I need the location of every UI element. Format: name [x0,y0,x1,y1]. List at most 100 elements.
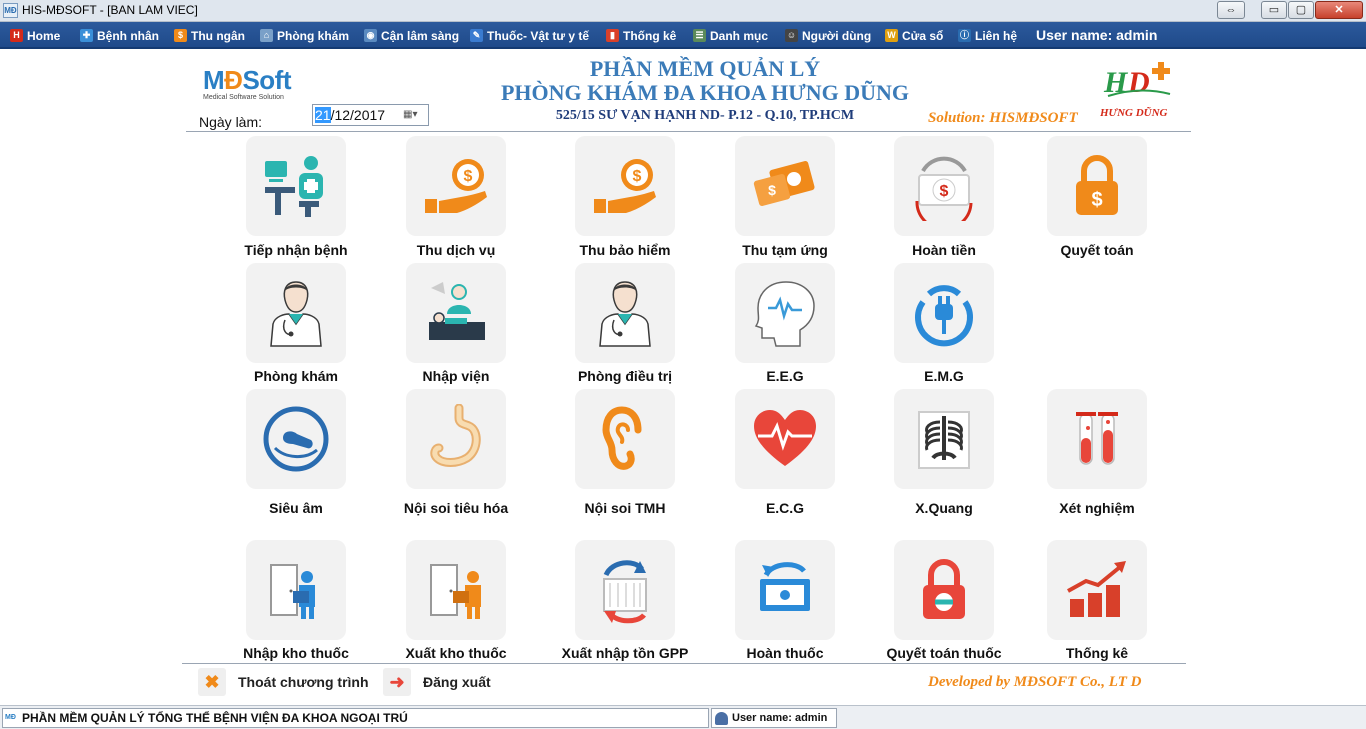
tile-ultrasound[interactable] [246,389,346,489]
close-icon: ✖ [198,668,226,696]
menu-cashier[interactable]: $ Thu ngân [174,26,245,45]
exit-program-button[interactable]: ✖ Thoát chương trình [198,668,369,696]
logout-button[interactable]: ➜ Đăng xuất [383,668,491,696]
tile-xray[interactable] [894,389,994,489]
tile-refund[interactable]: $ [894,136,994,236]
menu-label: Thu ngân [191,28,245,43]
lab-icon: ◉ [364,29,377,42]
date-day-selected[interactable]: 21 [315,107,331,123]
tile-label: Hoàn tiền [912,242,976,258]
tile-service-payment[interactable]: $ [406,136,506,236]
tile-admission[interactable] [406,263,506,363]
menu-contact[interactable]: ⓘ Liên hệ [958,26,1017,45]
work-date-picker[interactable]: 21/12/2017 ▦▾ [312,104,429,126]
menu-label: Thống kê [623,28,677,43]
tile-label: Nhập viện [422,368,490,384]
app-icon: MĐ [3,3,18,18]
calendar-dropdown-icon[interactable]: ▦▾ [403,108,425,122]
menu-medicine[interactable]: ✎ Thuốc- Vật tư y tế [470,26,589,45]
tile-reception[interactable] [246,136,346,236]
menu-window[interactable]: W Cửa sổ [885,26,943,45]
menu-label: Thuốc- Vật tư y tế [487,28,590,43]
tile-emg[interactable] [894,263,994,363]
tile-label: Xuất nhập tồn GPP [561,645,689,661]
tile-label: E.E.G [766,368,804,384]
ear-icon [602,406,642,470]
tile-ent-endoscopy[interactable] [575,389,675,489]
stats-icon: ▮ [606,29,619,42]
tile-advance-payment[interactable]: $ [735,136,835,236]
logo-text-d: Đ [224,65,243,95]
tile-medicine-export[interactable] [406,540,506,640]
tile-lab-test[interactable] [1047,389,1147,489]
window-icon: W [885,29,898,42]
tile-medicine-settlement[interactable] [894,540,994,640]
hung-dung-logo-text: HƯNG DŨNG [1100,107,1168,119]
menu-patients[interactable]: ✚ Bệnh nhân [80,26,159,45]
footer-divider [182,663,1186,664]
menu-catalog[interactable]: ☰ Danh mục [693,26,768,45]
resize-button[interactable]: ⇔ [1217,1,1245,19]
tile-clinic[interactable] [246,263,346,363]
xray-icon [918,411,970,469]
status-app-text: PHẦN MỀM QUẢN LÝ TỔNG THỂ BỆNH VIỆN ĐA K… [22,711,408,725]
tile-statistics[interactable] [1047,540,1147,640]
menu-users[interactable]: ☺ Người dùng [785,26,871,45]
cashier-icon: $ [174,29,187,42]
tile-label: Quyết toán thuốc [886,645,1002,661]
tile-insurance-payment[interactable]: $ [575,136,675,236]
close-button[interactable]: ✕ [1315,1,1363,19]
tile-medicine-return[interactable] [735,540,835,640]
tile-treatment-room[interactable] [575,263,675,363]
treatment-room-icon [599,281,651,347]
menu-stats[interactable]: ▮ Thống kê [606,26,676,45]
date-rest: /12/2017 [330,107,386,123]
status-user: User name: admin [711,708,837,728]
user-icon [715,712,728,725]
svg-text:D: D [1127,66,1150,99]
menu-home[interactable]: H Home [10,26,60,45]
insurance-payment-icon: $ [594,159,656,213]
minimize-button[interactable]: ▭ [1261,1,1287,19]
window-title: HIS-MĐSOFT - [BAN LAM VIEC] [22,3,198,17]
tile-gpp-inventory[interactable] [575,540,675,640]
svg-text:$: $ [464,168,473,185]
tile-label: E.M.G [924,368,964,384]
tile-label: Xét nghiệm [1059,500,1135,516]
tile-label: E.C.G [765,500,805,516]
menu-clinic[interactable]: ⌂ Phòng khám [260,26,349,45]
advance-payment-icon: $ [753,161,815,207]
status-bar: MĐ PHẦN MỀM QUẢN LÝ TỔNG THỂ BỆNH VIỆN Đ… [0,705,1366,729]
header-divider [186,131,1191,132]
maximize-button[interactable]: ▢ [1288,1,1314,19]
current-user-label: User name: admin [1036,27,1158,43]
page-title-line1: PHẦN MỀM QUẢN LÝ [589,56,821,81]
app-small-icon: MĐ [5,714,16,721]
status-app-name: MĐ PHẦN MỀM QUẢN LÝ TỔNG THỂ BỆNH VIỆN Đ… [2,708,709,728]
solution-label: Solution: HISMĐSOFT [928,110,1078,126]
statistics-chart-icon [1067,561,1126,617]
medicine-icon: ✎ [470,29,483,42]
menu-label: Cửa sổ [902,28,944,43]
tile-label: Xuất kho thuốc [405,645,507,661]
tile-label: Thu dịch vụ [416,242,496,258]
logo-tagline: Medical Software Solution [203,94,284,101]
tile-settlement[interactable]: $ [1047,136,1147,236]
users-icon: ☺ [785,29,798,42]
tile-medicine-import[interactable] [246,540,346,640]
reception-icon [265,156,323,217]
clinic-icon: ⌂ [260,29,273,42]
test-tubes-icon [1076,412,1118,465]
tile-label: Siêu âm [269,500,323,516]
svg-text:$: $ [633,168,642,185]
tile-eeg[interactable] [735,263,835,363]
tile-label: X.Quang [915,500,973,516]
catalog-icon: ☰ [693,29,706,42]
tile-ecg[interactable] [735,389,835,489]
window-titlebar: MĐ HIS-MĐSOFT - [BAN LAM VIEC] ⇔ ▭ ▢ ✕ [0,0,1366,22]
tile-gi-endoscopy[interactable] [406,389,506,489]
menu-label: Liên hệ [975,28,1018,43]
menu-lab[interactable]: ◉ Cận lâm sàng [364,26,459,45]
contact-icon: ⓘ [958,29,971,42]
work-date-label: Ngày làm: [199,114,263,130]
